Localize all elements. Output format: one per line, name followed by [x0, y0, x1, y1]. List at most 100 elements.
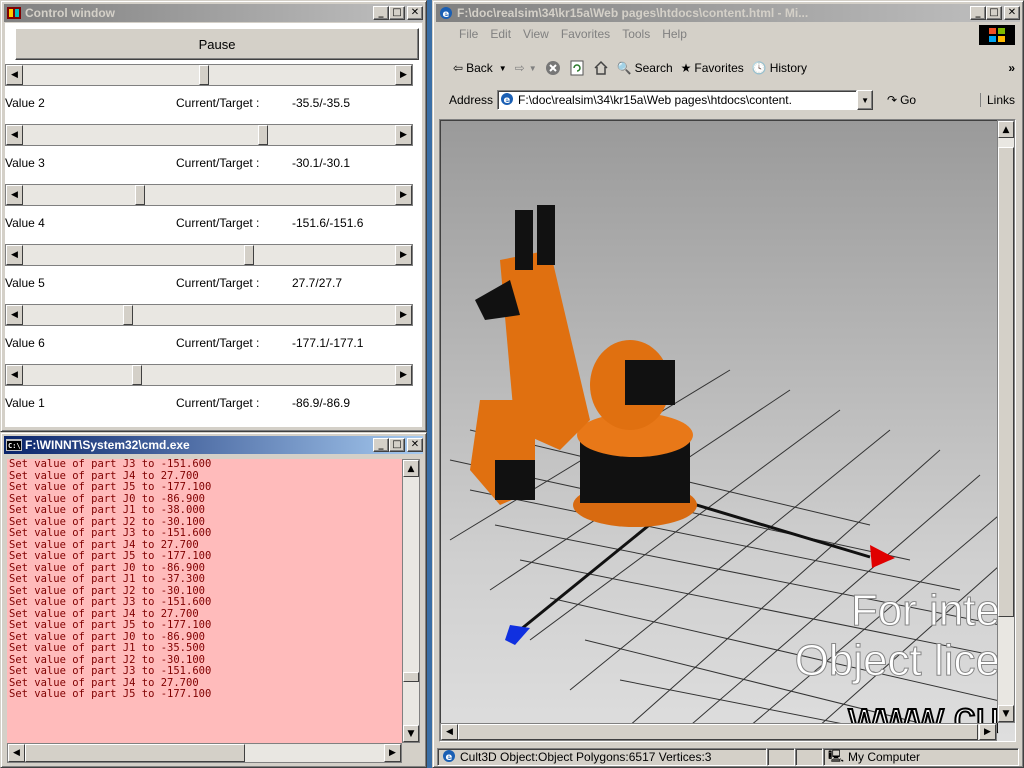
value-row: Value 5 Current/Target : 27.7/27.7: [5, 272, 410, 294]
scrollbar-thumb[interactable]: [998, 147, 1014, 617]
cmd-app-icon: C:\: [6, 438, 22, 452]
viewport-horizontal-scrollbar[interactable]: ◀ ▶: [440, 723, 997, 741]
scroll-left-arrow-icon[interactable]: ◀: [8, 744, 25, 762]
cult3d-viewport[interactable]: For inte Object lice www.cu ▲ ▼ ◀ ▶: [439, 119, 1016, 742]
console-output[interactable]: Set value of part J3 to -151.600 Set valu…: [7, 459, 402, 743]
close-icon[interactable]: ✕: [407, 438, 423, 452]
maximize-icon[interactable]: □: [389, 6, 405, 20]
console-line: Set value of part J3 to -151.600: [9, 527, 212, 539]
value-row: Value 3 Current/Target : -30.1/-30.1: [5, 152, 410, 174]
scroll-right-arrow-icon[interactable]: ▶: [395, 365, 412, 385]
favorites-button[interactable]: ★ Favorites: [681, 61, 744, 75]
chevron-down-icon[interactable]: ▼: [529, 64, 537, 73]
current-target-label: Current/Target :: [176, 396, 260, 410]
home-button[interactable]: [593, 60, 609, 76]
viewport-vertical-scrollbar[interactable]: ▲ ▼: [997, 120, 1015, 723]
back-button[interactable]: ⇦ Back ▼: [453, 61, 507, 75]
scrollbar-thumb[interactable]: [403, 672, 419, 682]
scroll-up-arrow-icon[interactable]: ▲: [998, 121, 1014, 138]
console-line: Set value of part J5 to -177.100: [9, 619, 212, 631]
control-window-app-icon: [6, 6, 22, 20]
browser-titlebar[interactable]: e F:\doc\realsim\34\kr15a\Web pages\htdo…: [436, 4, 1020, 22]
slider-thumb[interactable]: [123, 305, 133, 325]
control-window-titlebar[interactable]: Control window _ □ ✕: [4, 4, 423, 22]
value-slider[interactable]: ◀ ▶: [5, 64, 413, 86]
toolbar-overflow-chevron-icon[interactable]: »: [1008, 61, 1015, 75]
refresh-icon: [570, 60, 584, 76]
scroll-down-arrow-icon[interactable]: ▼: [998, 705, 1014, 722]
value-slider[interactable]: ◀ ▶: [5, 364, 413, 386]
menu-tools[interactable]: Tools: [622, 27, 650, 41]
menu-edit[interactable]: Edit: [490, 27, 511, 41]
scroll-right-arrow-icon[interactable]: ▶: [395, 65, 412, 85]
maximize-icon[interactable]: □: [986, 6, 1002, 20]
go-button[interactable]: ↷ Go: [887, 93, 916, 107]
value-slider[interactable]: ◀ ▶: [5, 304, 413, 326]
value-slider[interactable]: ◀ ▶: [5, 124, 413, 146]
forward-arrow-icon: ⇨: [514, 61, 525, 75]
value-row: Value 4 Current/Target : -151.6/-151.6: [5, 212, 410, 234]
scroll-down-arrow-icon[interactable]: ▼: [403, 725, 419, 742]
scroll-left-arrow-icon[interactable]: ◀: [6, 125, 23, 145]
scrollbar-thumb[interactable]: [458, 724, 978, 740]
scroll-up-arrow-icon[interactable]: ▲: [403, 460, 419, 477]
close-icon[interactable]: ✕: [1004, 6, 1020, 20]
minimize-icon[interactable]: _: [373, 6, 389, 20]
page-icon: e: [500, 92, 514, 109]
slider-thumb[interactable]: [132, 365, 142, 385]
minimize-icon[interactable]: _: [373, 438, 389, 452]
console-vertical-scrollbar[interactable]: ▲ ▼: [402, 459, 420, 743]
scroll-right-arrow-icon[interactable]: ▶: [384, 744, 401, 762]
console-line: Set value of part J1 to -37.300: [9, 573, 205, 585]
links-button[interactable]: Links: [979, 93, 1015, 107]
menu-favorites[interactable]: Favorites: [561, 27, 610, 41]
scroll-left-arrow-icon[interactable]: ◀: [6, 65, 23, 85]
scroll-right-arrow-icon[interactable]: ▶: [395, 245, 412, 265]
slider-thumb[interactable]: [135, 185, 145, 205]
scrollbar-thumb[interactable]: [25, 744, 245, 762]
scroll-right-arrow-icon[interactable]: ▶: [395, 185, 412, 205]
stop-button[interactable]: [545, 60, 561, 76]
address-bar: Address e F:\doc\realsim\34\kr15a\Web pa…: [437, 87, 1019, 113]
address-input[interactable]: e F:\doc\realsim\34\kr15a\Web pages\htdo…: [497, 90, 858, 110]
robot-3d-scene[interactable]: For inte Object lice www.cu: [440, 120, 1016, 742]
scroll-right-arrow-icon[interactable]: ▶: [395, 305, 412, 325]
value-row: Value 2 Current/Target : -35.5/-35.5: [5, 92, 410, 114]
current-target-value: -35.5/-35.5: [292, 96, 351, 110]
address-dropdown-icon[interactable]: ▼: [857, 90, 874, 110]
pause-button[interactable]: Pause: [15, 28, 419, 60]
browser-toolbar: ⇦ Back ▼ ⇨ ▼ 🔍 Search ★ Favorites 🕓 Hist…: [437, 54, 1019, 82]
refresh-button[interactable]: [569, 60, 585, 76]
slider-thumb[interactable]: [258, 125, 268, 145]
scroll-left-arrow-icon[interactable]: ◀: [6, 185, 23, 205]
scroll-left-arrow-icon[interactable]: ◀: [441, 724, 458, 740]
menu-help[interactable]: Help: [662, 27, 687, 41]
scroll-left-arrow-icon[interactable]: ◀: [6, 365, 23, 385]
slider-thumb[interactable]: [244, 245, 254, 265]
search-button[interactable]: 🔍 Search: [617, 61, 673, 75]
svg-text:e: e: [504, 95, 511, 106]
scroll-right-arrow-icon[interactable]: ▶: [395, 125, 412, 145]
close-icon[interactable]: ✕: [407, 6, 423, 20]
cmd-window-title: F:\WINNT\System32\cmd.exe: [25, 438, 190, 452]
chevron-down-icon[interactable]: ▼: [499, 64, 507, 73]
scroll-right-arrow-icon[interactable]: ▶: [979, 724, 996, 740]
cmd-window-titlebar[interactable]: C:\ F:\WINNT\System32\cmd.exe _ □ ✕: [4, 436, 423, 454]
console-horizontal-scrollbar[interactable]: ◀ ▶: [7, 743, 402, 763]
maximize-icon[interactable]: □: [389, 438, 405, 452]
value-slider[interactable]: ◀ ▶: [5, 244, 413, 266]
forward-button[interactable]: ⇨ ▼: [515, 61, 537, 75]
menu-view[interactable]: View: [523, 27, 549, 41]
scroll-left-arrow-icon[interactable]: ◀: [6, 305, 23, 325]
robot-tool-a: [515, 210, 533, 270]
slider-thumb[interactable]: [199, 65, 209, 85]
current-target-label: Current/Target :: [176, 96, 260, 110]
home-icon: [594, 60, 608, 75]
value-label: Value 5: [5, 276, 45, 290]
menu-file[interactable]: File: [459, 27, 478, 41]
value-slider[interactable]: ◀ ▶: [5, 184, 413, 206]
history-button[interactable]: 🕓 History: [752, 61, 807, 75]
cmd-window: C:\ F:\WINNT\System32\cmd.exe _ □ ✕ Set …: [0, 432, 427, 768]
minimize-icon[interactable]: _: [970, 6, 986, 20]
scroll-left-arrow-icon[interactable]: ◀: [6, 245, 23, 265]
